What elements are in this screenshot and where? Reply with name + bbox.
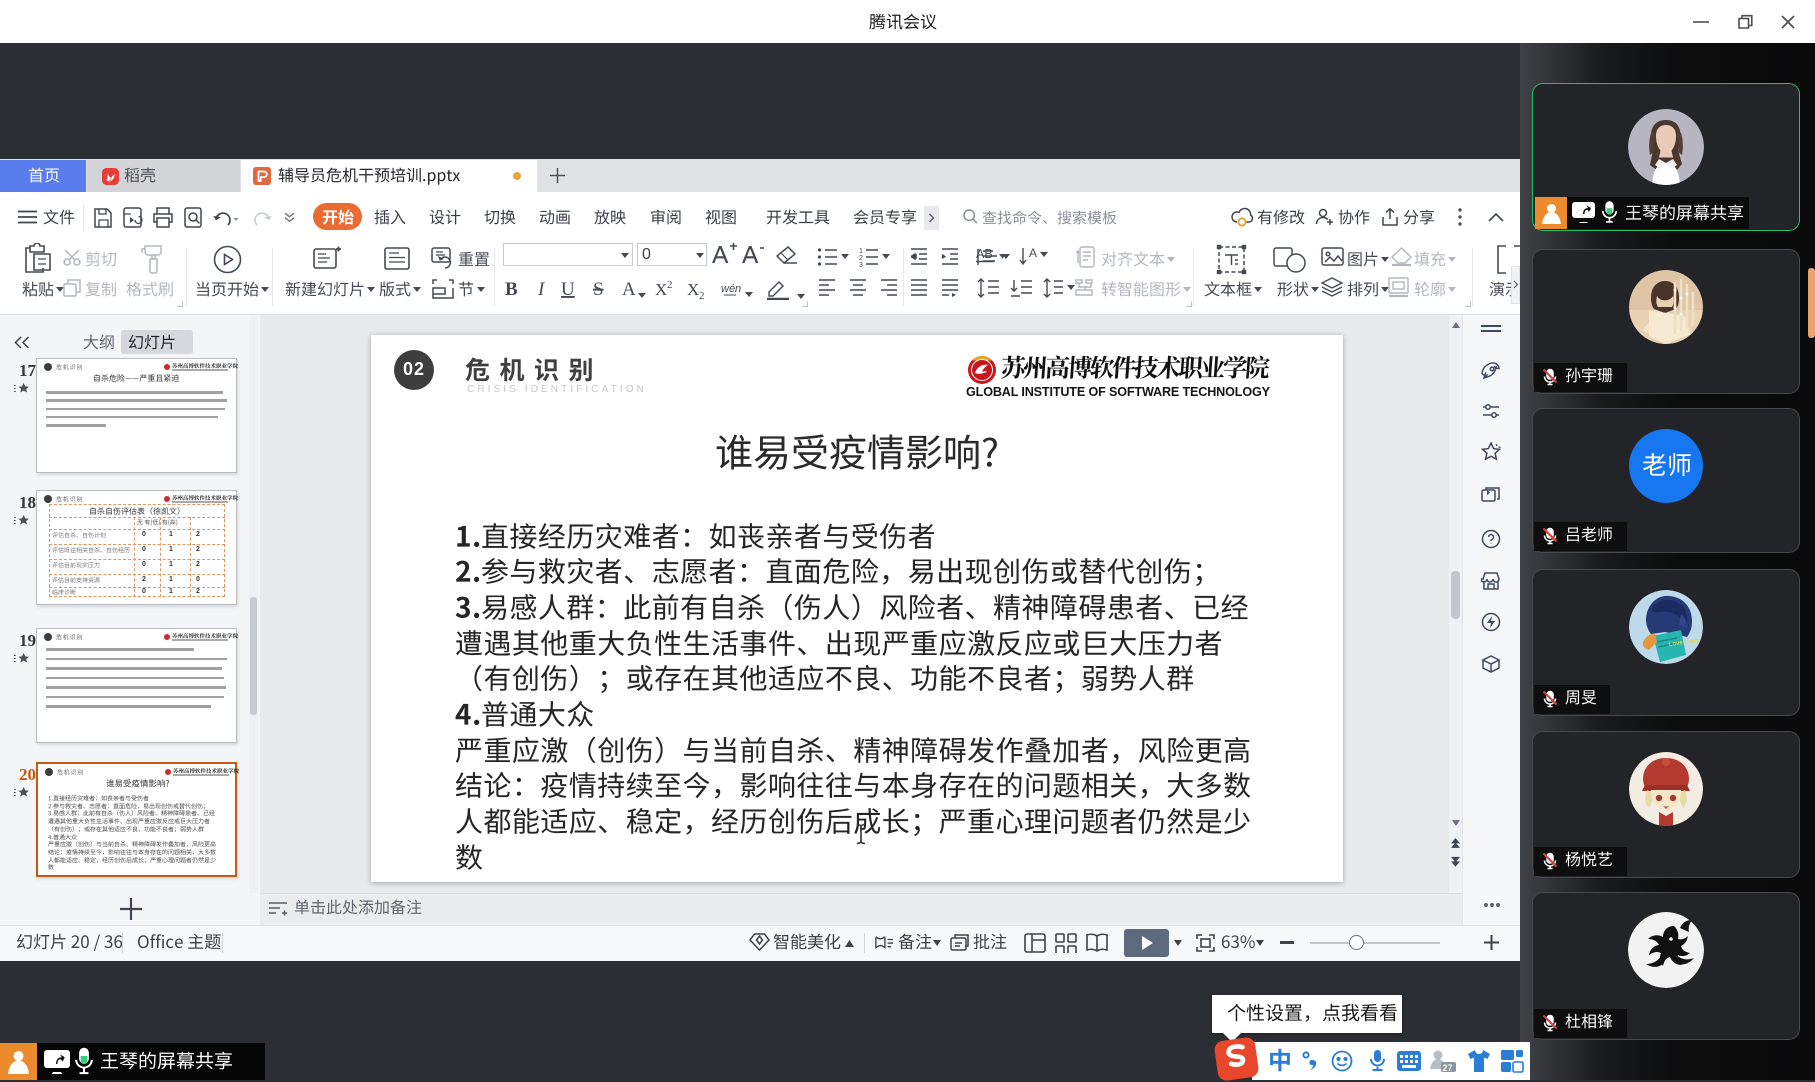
svg-text:A: A bbox=[622, 279, 636, 300]
svg-text:2: 2 bbox=[699, 290, 705, 300]
svg-text:X: X bbox=[655, 280, 667, 299]
svg-text:B: B bbox=[505, 279, 518, 300]
svg-text:3: 3 bbox=[859, 262, 863, 267]
svg-text:AB: AB bbox=[976, 247, 993, 261]
svg-text:2: 2 bbox=[859, 255, 863, 262]
svg-text:1: 1 bbox=[859, 248, 863, 255]
svg-text:X: X bbox=[687, 280, 699, 299]
svg-text:S: S bbox=[593, 279, 604, 300]
svg-text:27: 27 bbox=[1443, 1063, 1453, 1073]
svg-text:I: I bbox=[537, 279, 546, 300]
svg-text:A: A bbox=[1029, 246, 1037, 260]
svg-text:2: 2 bbox=[667, 279, 673, 291]
svg-text:U: U bbox=[561, 279, 575, 300]
svg-text:wén: wén bbox=[721, 283, 741, 295]
